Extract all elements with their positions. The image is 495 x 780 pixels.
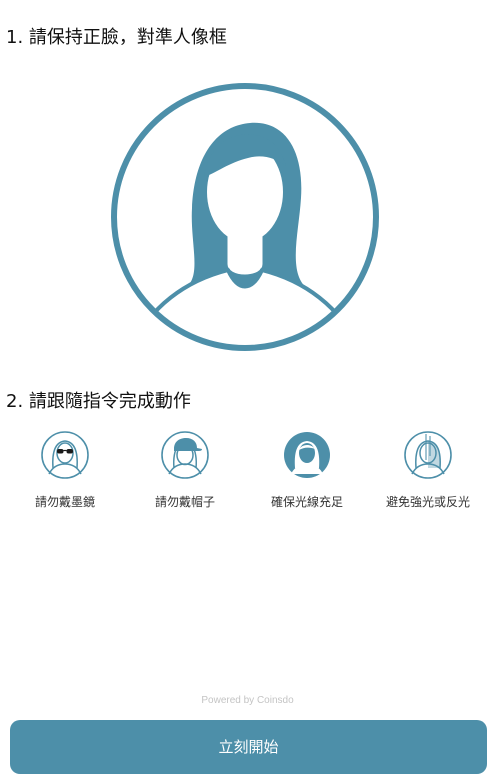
tip-label-good-lighting: 確保光線充足: [270, 495, 343, 509]
tip-no-hat: 請勿戴帽子: [130, 430, 240, 510]
tip-label-avoid-glare: 避免強光或反光: [385, 495, 470, 509]
no-sunglasses-icon: [40, 430, 90, 480]
no-hat-icon: [160, 430, 210, 480]
tip-no-sunglasses: 請勿戴墨鏡: [10, 430, 120, 510]
instruction-tips: 請勿戴墨鏡 請勿戴帽子 確保光線充足 避免強光或反光: [0, 430, 495, 520]
tip-good-lighting: 確保光線充足: [252, 430, 362, 510]
face-portrait-frame-icon: [110, 82, 380, 352]
good-lighting-icon: [282, 430, 332, 480]
avoid-glare-icon: [403, 430, 453, 480]
step-1-title: 1. 請保持正臉，對準人像框: [6, 27, 227, 48]
tip-label-no-hat: 請勿戴帽子: [154, 495, 215, 509]
tip-label-no-sunglasses: 請勿戴墨鏡: [34, 495, 95, 509]
step-2-title: 2. 請跟隨指令完成動作: [6, 391, 191, 412]
tip-avoid-glare: 避免強光或反光: [373, 430, 483, 510]
powered-by-text: Powered by Coinsdo: [201, 695, 294, 706]
start-now-button[interactable]: 立刻開始: [10, 720, 487, 774]
